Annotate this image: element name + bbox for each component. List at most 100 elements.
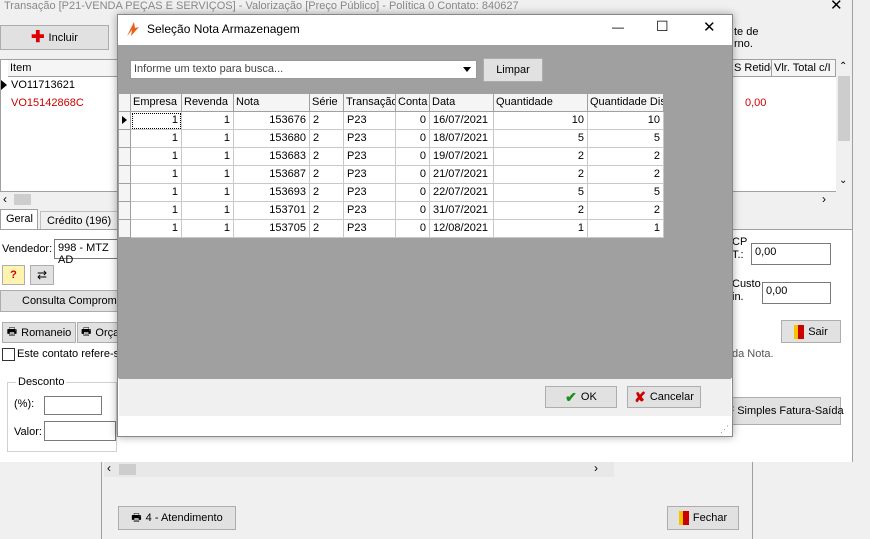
dialog-close-button[interactable]: ✕: [703, 18, 716, 36]
table-cell[interactable]: 0: [396, 130, 430, 148]
table-cell[interactable]: 1: [182, 112, 234, 130]
table-cell[interactable]: 1: [182, 202, 234, 220]
grid-col-header[interactable]: Transação: [344, 94, 396, 112]
scroll-left-icon[interactable]: ‹: [3, 192, 7, 206]
cp-field[interactable]: 0,00: [751, 243, 831, 265]
lower-scroll-right-icon[interactable]: ›: [594, 461, 598, 475]
table-cell[interactable]: 1: [131, 112, 182, 130]
table-cell[interactable]: 2: [588, 148, 664, 166]
search-dropdown-icon[interactable]: [463, 67, 471, 72]
help-button[interactable]: ?: [2, 265, 25, 285]
table-cell[interactable]: 2: [310, 184, 344, 202]
table-cell[interactable]: 1: [131, 166, 182, 184]
grid-col-header[interactable]: Série: [310, 94, 344, 112]
row-indicator[interactable]: [119, 112, 131, 130]
table-cell[interactable]: 153705: [234, 220, 310, 238]
table-cell[interactable]: 1: [182, 220, 234, 238]
table-cell[interactable]: 5: [494, 184, 588, 202]
background-close-button[interactable]: ✕: [830, 0, 843, 14]
simples-fatura-button[interactable]: F Simples Fatura-Saída: [727, 397, 844, 425]
table-cell[interactable]: 2: [310, 130, 344, 148]
table-cell[interactable]: 31/07/2021: [430, 202, 494, 220]
table-cell[interactable]: P23: [344, 130, 396, 148]
table-cell[interactable]: 1: [182, 148, 234, 166]
table-cell[interactable]: 5: [588, 130, 664, 148]
row-indicator[interactable]: [119, 220, 131, 238]
table-cell[interactable]: 153693: [234, 184, 310, 202]
table-cell[interactable]: 2: [588, 202, 664, 220]
table-cell[interactable]: 0: [396, 202, 430, 220]
table-cell[interactable]: 1: [131, 130, 182, 148]
table-cell[interactable]: 10: [588, 112, 664, 130]
table-cell[interactable]: 1: [131, 220, 182, 238]
search-input[interactable]: Informe um texto para busca...: [130, 60, 477, 79]
ok-button[interactable]: ✔ OK: [545, 386, 617, 408]
table-cell[interactable]: 18/07/2021: [430, 130, 494, 148]
grid-col-header[interactable]: Data: [430, 94, 494, 112]
custo-field[interactable]: 0,00: [762, 282, 831, 304]
table-cell[interactable]: 1: [131, 148, 182, 166]
table-cell[interactable]: 2: [588, 166, 664, 184]
table-cell[interactable]: 0: [396, 148, 430, 166]
tool-button[interactable]: ⇄: [30, 265, 54, 285]
table-cell[interactable]: 0: [396, 220, 430, 238]
col-header-item[interactable]: Item: [8, 60, 118, 77]
minimize-button[interactable]: —: [612, 20, 624, 34]
grid-col-header[interactable]: Quantidade Dis: [588, 94, 664, 112]
table-cell[interactable]: 2: [310, 148, 344, 166]
lower-scroll-left-icon[interactable]: ‹: [107, 461, 111, 475]
pct-field[interactable]: [44, 396, 102, 415]
grid-col-header[interactable]: Conta: [396, 94, 430, 112]
grid-col-header[interactable]: Quantidade: [494, 94, 588, 112]
maximize-button[interactable]: ☐: [656, 18, 669, 35]
table-cell[interactable]: 1: [182, 130, 234, 148]
scroll-up-icon[interactable]: ⌃: [839, 61, 847, 72]
table-cell[interactable]: 153680: [234, 130, 310, 148]
row-indicator[interactable]: [119, 130, 131, 148]
table-cell[interactable]: 0: [396, 184, 430, 202]
romaneio-button[interactable]: 🖶 Romaneio: [2, 322, 76, 343]
table-cell[interactable]: 1: [494, 220, 588, 238]
table-cell[interactable]: 153676: [234, 112, 310, 130]
table-cell[interactable]: 1: [182, 184, 234, 202]
grid-col-header[interactable]: Revenda: [182, 94, 234, 112]
table-cell[interactable]: 2: [494, 202, 588, 220]
row-indicator[interactable]: [119, 166, 131, 184]
table-cell[interactable]: 19/07/2021: [430, 148, 494, 166]
table-cell[interactable]: 5: [588, 184, 664, 202]
table-cell[interactable]: 153701: [234, 202, 310, 220]
list-item[interactable]: VO15142868C: [11, 97, 84, 109]
table-cell[interactable]: 21/07/2021: [430, 166, 494, 184]
table-cell[interactable]: 153687: [234, 166, 310, 184]
col-header-total[interactable]: Vlr. Total c/I: [772, 60, 836, 77]
row-indicator[interactable]: [119, 148, 131, 166]
table-cell[interactable]: P23: [344, 184, 396, 202]
tab-geral[interactable]: Geral: [0, 209, 38, 230]
limpar-button[interactable]: Limpar: [483, 58, 543, 82]
table-cell[interactable]: 22/07/2021: [430, 184, 494, 202]
table-cell[interactable]: 12/08/2021: [430, 220, 494, 238]
row-indicator[interactable]: [119, 184, 131, 202]
lower-horizontal-scrollbar[interactable]: [104, 462, 614, 477]
grid-col-header[interactable]: Nota: [234, 94, 310, 112]
vendedor-field[interactable]: 998 - MTZ AD: [54, 239, 124, 266]
table-cell[interactable]: 2: [310, 166, 344, 184]
fechar-button[interactable]: Fechar: [667, 506, 739, 530]
scroll-hthumb[interactable]: [14, 194, 31, 205]
table-cell[interactable]: P23: [344, 220, 396, 238]
table-cell[interactable]: 2: [494, 148, 588, 166]
col-header-retido[interactable]: S Retido: [732, 60, 772, 77]
table-cell[interactable]: 1: [131, 202, 182, 220]
table-cell[interactable]: P23: [344, 112, 396, 130]
table-cell[interactable]: 1: [131, 184, 182, 202]
table-cell[interactable]: 2: [310, 202, 344, 220]
valor-field[interactable]: [44, 421, 116, 441]
tab-credito[interactable]: Crédito (196): [40, 211, 119, 230]
lower-scroll-thumb[interactable]: [119, 464, 136, 475]
table-cell[interactable]: 2: [310, 220, 344, 238]
incluir-button[interactable]: ✚ Incluir: [0, 25, 109, 50]
scroll-right-icon[interactable]: ›: [822, 192, 826, 206]
atendimento-button[interactable]: 🖶 4 - Atendimento: [118, 506, 236, 530]
grid-col-header[interactable]: Empresa: [131, 94, 182, 112]
cancelar-button[interactable]: ✘ Cancelar: [627, 386, 701, 408]
